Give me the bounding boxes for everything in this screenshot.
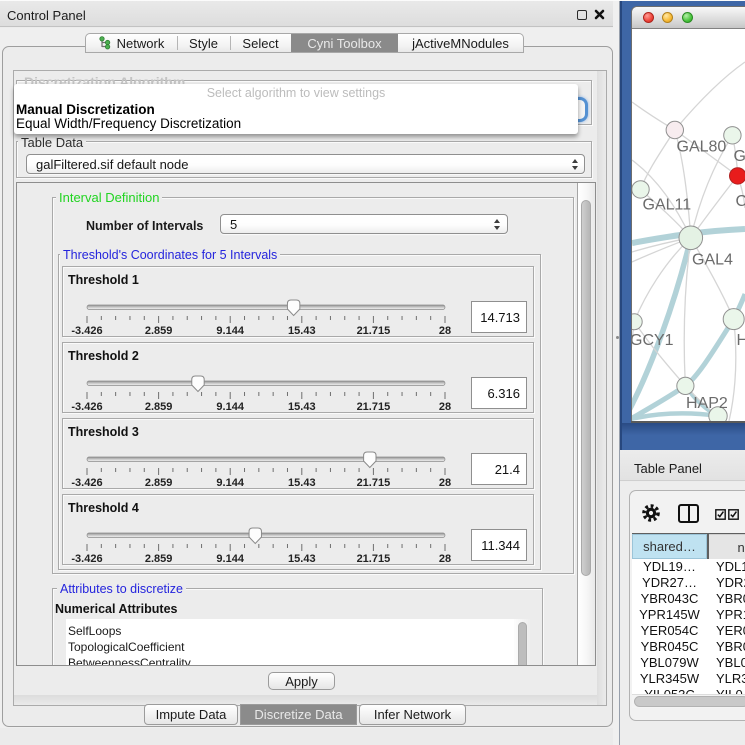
svg-text:GAL80: GAL80 xyxy=(677,139,727,156)
svg-text:C: C xyxy=(736,193,745,210)
svg-text:GAL4: GAL4 xyxy=(692,252,733,269)
svg-text:GAL11: GAL11 xyxy=(643,197,692,214)
svg-text:GA: GA xyxy=(734,148,745,165)
svg-text:HAP2: HAP2 xyxy=(686,395,728,412)
svg-text:GCY1: GCY1 xyxy=(632,332,674,349)
svg-text:HI: HI xyxy=(737,332,745,349)
